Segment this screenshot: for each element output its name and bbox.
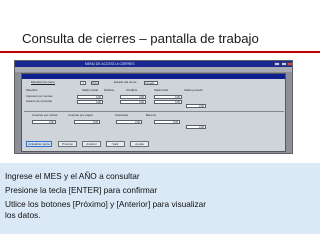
header-debits: Débitos [104,88,115,92]
close-icon[interactable] [287,62,292,66]
purchases-field-3: 0.00 [154,100,182,104]
instruction-line-4: los datos. [5,210,41,220]
instruction-line-2: Presione la tecla [ENTER] para confirmar [5,185,158,195]
receivables-field: 0.00 [32,120,56,124]
header-credits: Créditos [126,88,138,92]
header-inventory: Inventario [115,113,129,117]
previous-button[interactable]: Anterior [82,141,101,147]
header-period-balance: Saldo período [184,88,203,92]
app-window: MENU DE ACCESO A CIERRES Mes/año de cier… [14,60,293,154]
month-input[interactable]: 4 [80,81,86,85]
purchases-field-2: 0.00 [120,100,146,104]
closing-status-label: Estado del cierre [114,80,137,84]
slide-title: Consulta de cierres – pantalla de trabaj… [22,31,259,46]
minimize-icon[interactable] [274,62,280,66]
section1-total-field: 0.00 [186,104,206,108]
closing-form-panel: Mes/año de cierre 4 2016 Estado del cier… [21,73,286,152]
header-opening-balance: Saldo inicial [82,88,99,92]
exit-button[interactable]: Salir [106,141,125,147]
section2-total-field: 0.00 [186,125,206,129]
title-divider [0,51,320,53]
header-banks: Bancos [146,113,157,117]
instructions-box: Ingrese el MES y el AÑO a consultar Pres… [0,163,320,234]
year-input[interactable]: 2016 [91,81,99,85]
payables-field: 0.00 [74,120,100,124]
sales-field-2: 0.00 [120,95,146,99]
row-purchases-label: Gastos de compras [26,99,53,103]
panel-header-bar [22,74,285,79]
help-button[interactable]: Ayuda [130,141,149,147]
sales-field-1: 0.00 [77,95,103,99]
inventory-field: 0.00 [116,120,142,124]
instruction-line-3: Utlice los botones [Próximo] y [Anterior… [5,199,207,209]
closing-status-field: Cerrado [144,81,158,85]
header-closing-balance: Saldo final [154,88,169,92]
sales-field-3: 0.00 [154,95,182,99]
month-year-label: Mes/año de cierre [31,80,56,84]
section-divider [24,111,284,112]
window-menubar [15,67,292,72]
instruction-line-1: Ingrese el MES y el AÑO a consultar [5,171,140,181]
next-button[interactable]: Próximo [58,141,77,147]
header-month-year: Mes/año [26,88,38,92]
update-closing-button[interactable]: Actualizar cierre [26,141,52,147]
purchases-field-1: 0.00 [77,100,103,104]
banks-field: 0.00 [154,120,180,124]
header-payables: Cuentas por pagar [68,113,93,117]
header-receivables: Cuentas por cobrar [32,113,58,117]
